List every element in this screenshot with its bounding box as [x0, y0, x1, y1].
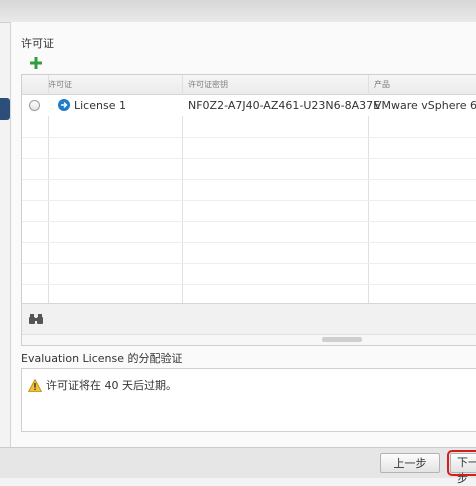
evaluation-title: Evaluation License 的分配验证: [21, 352, 183, 365]
section-title: 许可证: [21, 37, 54, 50]
table-gridline: [22, 242, 476, 243]
window-top-bar: [0, 0, 476, 23]
table-gridline: [22, 284, 476, 285]
license-product: VMware vSphere 6 Enterprise: [374, 99, 476, 112]
table-gridline: [22, 221, 476, 222]
table-gridline: [22, 263, 476, 264]
table-header: 许可证 许可证密钥 产品: [22, 75, 476, 95]
warning-icon: [27, 377, 43, 392]
table-row[interactable]: License 1 NF0Z2-A7J40-AZ461-U23N6-8A37E …: [22, 95, 476, 116]
add-license-icon[interactable]: [29, 56, 43, 70]
table-gridline: [22, 137, 476, 138]
table-gridline: [22, 200, 476, 201]
wizard-step-indicator[interactable]: [0, 98, 10, 120]
wizard-footer: 上一步 下一步: [0, 447, 476, 485]
row-radio-button[interactable]: [29, 100, 40, 111]
table-gridline: [22, 158, 476, 159]
next-button[interactable]: 下一步: [447, 450, 476, 485]
horizontal-scrollbar[interactable]: [22, 334, 476, 345]
license-key: NF0Z2-A7J40-AZ461-U23N6-8A37E: [188, 99, 381, 112]
evaluation-message-box: 许可证将在 40 天后过期。: [21, 368, 476, 432]
licenses-panel: 许可证 许可证 许可证密钥 产品 License 1 NF0Z2-A7J40-A…: [10, 22, 476, 447]
table-gridline: [22, 179, 476, 180]
license-table: 许可证 许可证密钥 产品 License 1 NF0Z2-A7J40-AZ461…: [21, 74, 476, 346]
scrollbar-thumb[interactable]: [322, 337, 362, 342]
table-toolbar: [22, 303, 476, 345]
license-name: License 1: [74, 99, 126, 112]
column-header-license[interactable]: 许可证: [48, 79, 72, 90]
evaluation-message: 许可证将在 40 天后过期。: [46, 379, 177, 392]
license-icon: [58, 99, 70, 111]
column-header-license-key[interactable]: 许可证密钥: [188, 79, 228, 90]
column-header-product[interactable]: 产品: [374, 79, 390, 90]
back-button[interactable]: 上一步: [380, 453, 440, 473]
binoculars-icon[interactable]: [29, 310, 43, 324]
